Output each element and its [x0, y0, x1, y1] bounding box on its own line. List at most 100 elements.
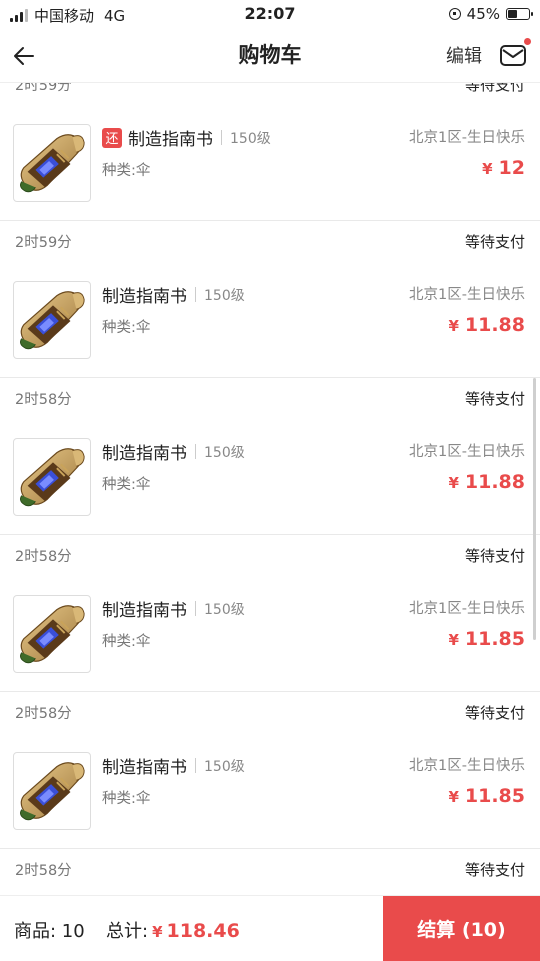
item-title-row: 制造指南书 150级	[102, 753, 245, 778]
order-header: 2时58分 等待支付	[0, 692, 540, 732]
order-header: 2时58分 等待支付	[0, 849, 540, 889]
item-name: 制造指南书	[102, 758, 187, 778]
item-currency: ¥	[448, 474, 459, 492]
item-price-value: 11.88	[464, 471, 525, 493]
cart-item[interactable]: 制造指南书 150级 种类:伞 北京1区-生日快乐 ¥11.85	[0, 732, 540, 849]
status-right: 45%	[448, 5, 533, 23]
divider	[195, 601, 196, 616]
arrow-left-icon	[14, 47, 34, 65]
item-server: 北京1区-生日快乐	[409, 130, 525, 146]
total-label: 总计:	[106, 921, 149, 942]
order-header: 2时58分 等待支付	[0, 378, 540, 418]
cart-list[interactable]: 2时59分 等待支付 还 制造指南书 150级 种类:伞 北京1区-生日快乐 ¥…	[0, 83, 540, 895]
item-type: 种类:伞	[102, 477, 151, 493]
item-currency: ¥	[448, 631, 459, 649]
battery-icon	[506, 8, 533, 20]
total: 总计: ¥118.46	[106, 917, 240, 943]
item-level: 150级	[230, 130, 271, 147]
item-currency: ¥	[448, 788, 459, 806]
order-group: 2时58分 等待支付 制造指南书 150级 种类:伞 北京1区-生日快乐 ¥11…	[0, 535, 540, 692]
item-type: 种类:伞	[102, 320, 151, 336]
item-currency: ¥	[448, 317, 459, 335]
item-price: ¥11.85	[448, 628, 525, 650]
scroll-item-icon	[20, 762, 85, 821]
item-server: 北京1区-生日快乐	[409, 444, 525, 460]
item-title-row: 制造指南书 150级	[102, 439, 245, 464]
cart-item[interactable]: 制造指南书 150级 种类:伞 北京1区-生日快乐 ¥11.88	[0, 261, 540, 378]
item-server: 北京1区-生日快乐	[409, 287, 525, 303]
cart-item[interactable]: 还 制造指南书 150级 种类:伞 北京1区-生日快乐 ¥12	[0, 104, 540, 221]
item-level: 150级	[204, 758, 245, 775]
item-thumbnail[interactable]	[13, 281, 91, 359]
item-thumbnail[interactable]	[13, 124, 91, 202]
order-remaining-time: 2时58分	[15, 862, 72, 879]
order-group: 2时59分 等待支付 制造指南书 150级 种类:伞 北京1区-生日快乐 ¥11…	[0, 221, 540, 378]
item-thumbnail[interactable]	[13, 438, 91, 516]
order-group: 2时59分 等待支付 还 制造指南书 150级 种类:伞 北京1区-生日快乐 ¥…	[0, 83, 540, 221]
status-bar: 中国移动 4G 22:07 45%	[0, 0, 540, 30]
item-type: 种类:伞	[102, 163, 151, 179]
order-status: 等待支付	[464, 232, 525, 251]
item-thumbnail[interactable]	[13, 752, 91, 830]
item-name: 制造指南书	[102, 287, 187, 307]
item-price: ¥12	[482, 157, 525, 179]
rotation-lock-icon	[448, 8, 461, 20]
scroll-item-icon	[20, 448, 85, 507]
order-remaining-time: 2时59分	[15, 83, 72, 94]
item-count: 商品: 10	[14, 921, 85, 942]
item-price-value: 12	[498, 157, 525, 179]
item-level: 150级	[204, 444, 245, 461]
item-type: 种类:伞	[102, 634, 151, 650]
mail-icon	[500, 45, 526, 66]
scroll-item-icon	[20, 291, 85, 350]
order-remaining-time: 2时59分	[15, 234, 72, 251]
item-level: 150级	[204, 287, 245, 304]
total-amount: ¥118.46	[152, 920, 240, 942]
order-header: 2时58分 等待支付	[0, 535, 540, 575]
cart-item[interactable]: 制造指南书 150级 种类:伞 北京1区-生日快乐 ¥11.88	[0, 418, 540, 535]
cart-item[interactable]: 制造指南书 150级 种类:伞 北京1区-生日快乐 ¥11.85	[0, 575, 540, 692]
item-title-row: 制造指南书 150级	[102, 282, 245, 307]
order-group: 2时58分 等待支付 制造指南书 150级 种类:伞 北京1区-生日快乐 ¥11…	[0, 692, 540, 849]
item-level: 150级	[204, 601, 245, 618]
edit-button[interactable]: 编辑	[446, 42, 482, 68]
item-name: 制造指南书	[102, 601, 187, 621]
item-type: 种类:伞	[102, 791, 151, 807]
order-status: 等待支付	[464, 389, 525, 408]
scrollbar[interactable]	[533, 378, 536, 640]
item-price-value: 11.88	[464, 314, 525, 336]
item-thumbnail[interactable]	[13, 595, 91, 673]
divider	[221, 130, 222, 145]
unread-dot	[524, 38, 531, 45]
checkout-button[interactable]: 结算 (10)	[383, 896, 540, 961]
order-remaining-time: 2时58分	[15, 705, 72, 722]
back-button[interactable]	[6, 38, 42, 74]
order-list: 2时59分 等待支付 还 制造指南书 150级 种类:伞 北京1区-生日快乐 ¥…	[0, 83, 540, 889]
order-header: 2时59分 等待支付	[0, 221, 540, 261]
item-name: 制造指南书	[128, 130, 213, 150]
battery-percent: 45%	[466, 5, 500, 23]
divider	[195, 444, 196, 459]
item-price: ¥11.85	[448, 785, 525, 807]
battery-fill	[508, 10, 517, 18]
order-remaining-time: 2时58分	[15, 391, 72, 408]
total-value: 118.46	[166, 920, 240, 942]
item-server: 北京1区-生日快乐	[409, 758, 525, 774]
item-price-value: 11.85	[464, 785, 525, 807]
order-status: 等待支付	[464, 83, 525, 94]
order-group: 2时58分 等待支付	[0, 849, 540, 889]
item-currency: ¥	[482, 160, 493, 178]
order-group: 2时58分 等待支付 制造指南书 150级 种类:伞 北京1区-生日快乐 ¥11…	[0, 378, 540, 535]
item-price: ¥11.88	[448, 314, 525, 336]
item-price-value: 11.85	[464, 628, 525, 650]
message-button[interactable]	[498, 38, 531, 70]
scroll-item-icon	[20, 605, 85, 664]
divider	[195, 758, 196, 773]
return-tag: 还	[102, 127, 122, 148]
order-status: 等待支付	[464, 546, 525, 565]
divider	[195, 287, 196, 302]
checkout-bar: 商品: 10 总计: ¥118.46 结算 (10)	[0, 895, 540, 961]
item-server: 北京1区-生日快乐	[409, 601, 525, 617]
item-name: 制造指南书	[102, 444, 187, 464]
order-remaining-time: 2时58分	[15, 548, 72, 565]
